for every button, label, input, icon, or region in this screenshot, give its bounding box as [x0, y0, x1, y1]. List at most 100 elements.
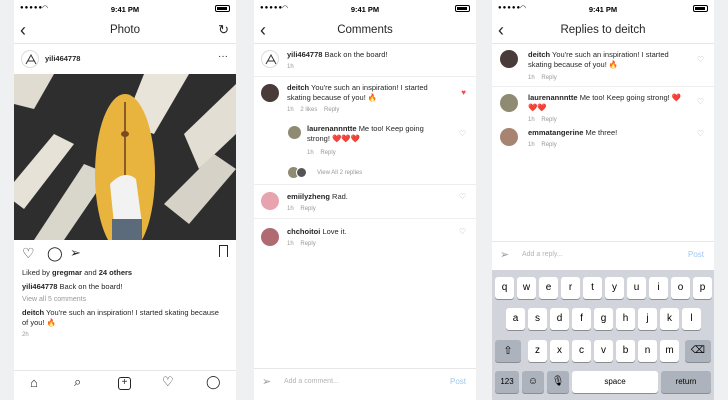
- refresh-icon[interactable]: ↻: [218, 22, 229, 38]
- key-e[interactable]: e: [539, 277, 558, 299]
- post-photo[interactable]: [14, 74, 236, 240]
- avatar[interactable]: [261, 84, 279, 102]
- return-key[interactable]: return: [661, 371, 711, 393]
- key-n[interactable]: n: [638, 340, 657, 362]
- mic-key[interactable]: 🎙: [547, 371, 569, 393]
- heart-icon[interactable]: ♡: [697, 55, 704, 64]
- caption-user[interactable]: yili464778: [22, 282, 57, 291]
- photo-screen: ●●●●● ◠ 9:41 PM ‹ Photo ↻ yili464778 ···: [14, 0, 236, 400]
- reply-button[interactable]: Reply: [300, 206, 315, 212]
- key-o[interactable]: o: [671, 277, 690, 299]
- comment-input[interactable]: Add a comment...: [284, 378, 339, 385]
- comment-likes[interactable]: 2 likes: [300, 107, 317, 113]
- comment-user[interactable]: chchoitoi: [287, 227, 320, 236]
- avatar[interactable]: [21, 50, 39, 68]
- reply-button[interactable]: Reply: [324, 107, 339, 113]
- reply-button[interactable]: Reply: [541, 75, 556, 81]
- avatar[interactable]: [261, 50, 279, 68]
- key-v[interactable]: v: [594, 340, 613, 362]
- like-icon[interactable]: ♡: [22, 245, 35, 262]
- key-j[interactable]: j: [638, 308, 657, 330]
- key-h[interactable]: h: [616, 308, 635, 330]
- post-button[interactable]: Post: [450, 377, 466, 386]
- heart-icon[interactable]: ♡: [459, 192, 466, 201]
- view-all-comments[interactable]: View all 5 comments: [22, 295, 86, 305]
- avatar[interactable]: [500, 94, 518, 112]
- battery-icon: [455, 5, 470, 12]
- key-g[interactable]: g: [594, 308, 613, 330]
- liked-by-user[interactable]: gregmar: [52, 268, 82, 277]
- key-c[interactable]: c: [572, 340, 591, 362]
- key-l[interactable]: l: [682, 308, 701, 330]
- key-s[interactable]: s: [528, 308, 547, 330]
- view-replies-link[interactable]: View All 2 replies: [317, 170, 362, 176]
- search-icon[interactable]: ⌕: [74, 374, 81, 390]
- share-icon[interactable]: ➢: [70, 245, 81, 261]
- key-b[interactable]: b: [616, 340, 635, 362]
- comment-user[interactable]: emiilyzheng: [287, 192, 330, 201]
- key-d[interactable]: d: [550, 308, 569, 330]
- liked-by-and: and: [84, 268, 97, 277]
- post-username[interactable]: yili464778: [45, 54, 80, 64]
- comment-line: deitch You're such an inspiration! I sta…: [287, 83, 447, 103]
- caption-user[interactable]: yili464778: [287, 50, 322, 59]
- avatar[interactable]: [261, 228, 279, 246]
- reply-button[interactable]: Reply: [300, 241, 315, 247]
- key-q[interactable]: q: [495, 277, 514, 299]
- space-key[interactable]: space: [572, 371, 658, 393]
- comment-user[interactable]: deitch: [22, 308, 44, 317]
- heart-icon[interactable]: ♡: [459, 129, 466, 138]
- shift-key[interactable]: ⇧: [495, 340, 521, 362]
- key-y[interactable]: y: [605, 277, 624, 299]
- nav-bar: ‹ Comments: [254, 18, 476, 44]
- profile-icon[interactable]: ◯: [206, 374, 221, 390]
- avatar[interactable]: [500, 128, 518, 146]
- key-z[interactable]: z: [528, 340, 547, 362]
- bookmark-icon[interactable]: [219, 245, 228, 257]
- reply-line: emmatangerine Me three!: [528, 128, 617, 138]
- key-k[interactable]: k: [660, 308, 679, 330]
- divider: [254, 184, 476, 185]
- key-p[interactable]: p: [693, 277, 712, 299]
- delete-key[interactable]: ⌫: [685, 340, 711, 362]
- emoji-key[interactable]: ☺: [522, 371, 544, 393]
- divider: [254, 218, 476, 219]
- comment-user[interactable]: deitch: [287, 83, 309, 92]
- heart-icon[interactable]: ♥: [461, 88, 466, 97]
- reply-button[interactable]: Reply: [320, 150, 335, 156]
- comment-user[interactable]: laurenannntte: [307, 124, 357, 133]
- post-button[interactable]: Post: [688, 250, 704, 259]
- key-w[interactable]: w: [517, 277, 536, 299]
- avatar[interactable]: [500, 50, 518, 68]
- avatar[interactable]: [261, 192, 279, 210]
- reply-input[interactable]: Add a reply...: [522, 251, 563, 258]
- comment-time: 1h: [287, 241, 294, 247]
- key-r[interactable]: r: [561, 277, 580, 299]
- more-options-icon[interactable]: ···: [218, 52, 228, 62]
- key-a[interactable]: a: [506, 308, 525, 330]
- numbers-key[interactable]: 123: [495, 371, 519, 393]
- key-t[interactable]: t: [583, 277, 602, 299]
- reply-meta: 1h Reply: [528, 142, 557, 148]
- comment-icon[interactable]: ◯: [47, 245, 63, 262]
- reply-user[interactable]: deitch: [528, 50, 550, 59]
- send-icon[interactable]: ➢: [262, 375, 271, 388]
- reply-user[interactable]: emmatangerine: [528, 128, 583, 137]
- reply-button[interactable]: Reply: [541, 142, 556, 148]
- home-icon[interactable]: ⌂: [30, 375, 38, 390]
- reply-button[interactable]: Reply: [541, 117, 556, 123]
- key-u[interactable]: u: [627, 277, 646, 299]
- activity-icon[interactable]: ♡: [162, 374, 174, 390]
- send-icon[interactable]: ➢: [500, 248, 509, 261]
- avatar[interactable]: [288, 126, 301, 139]
- key-i[interactable]: i: [649, 277, 668, 299]
- key-m[interactable]: m: [660, 340, 679, 362]
- heart-icon[interactable]: ♡: [459, 227, 466, 236]
- key-f[interactable]: f: [572, 308, 591, 330]
- liked-by-others[interactable]: 24 others: [99, 268, 132, 277]
- key-x[interactable]: x: [550, 340, 569, 362]
- reply-user[interactable]: laurenannntte: [528, 93, 578, 102]
- add-post-icon[interactable]: +: [118, 377, 131, 390]
- heart-icon[interactable]: ♡: [697, 129, 704, 138]
- heart-icon[interactable]: ♡: [697, 97, 704, 106]
